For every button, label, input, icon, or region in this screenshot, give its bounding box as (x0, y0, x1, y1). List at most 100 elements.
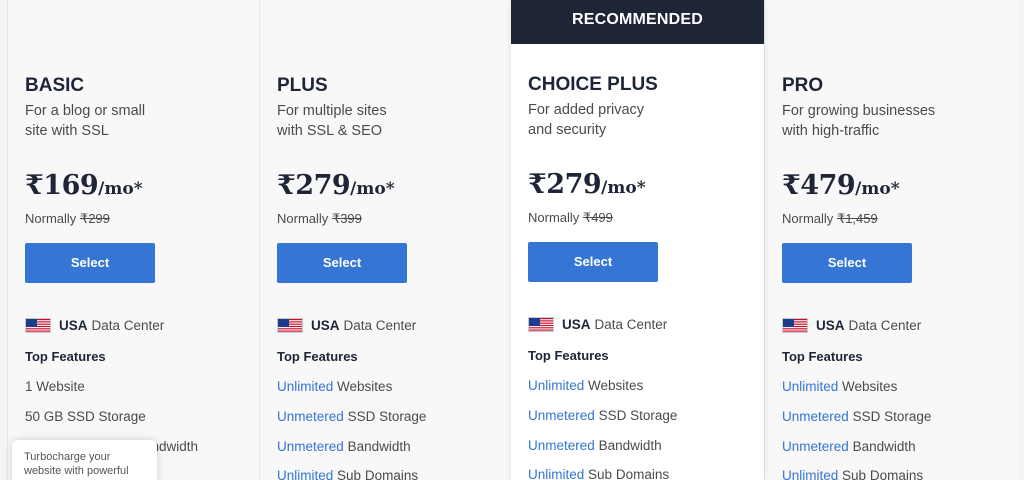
tooltip-line: Turbocharge your (24, 451, 111, 463)
price-amount: ₹279 (277, 170, 351, 201)
old-price: ₹299 (79, 211, 110, 226)
feature-text: Bandwidth (852, 439, 916, 454)
feature-item: Unmetered SSD Storage (528, 408, 677, 423)
plan-description: For added privacy and security (528, 100, 728, 140)
plan-description-line: and security (528, 122, 607, 138)
feature-highlight[interactable]: Unlimited (782, 468, 838, 480)
feature-text: 1 Website (25, 379, 85, 394)
feature-text: 50 GB SSD Storage (25, 409, 146, 424)
feature-item: Unmetered Bandwidth (528, 438, 662, 453)
plan-card-pro: PRO For growing businesses with high-tra… (764, 0, 1019, 480)
plan-price: ₹279/mo* (277, 170, 395, 201)
old-price: ₹399 (331, 211, 362, 226)
usa-flag-icon (528, 317, 554, 332)
feature-text: SSD Storage (852, 409, 932, 424)
data-center-label: Data Center (848, 318, 922, 333)
plan-card-choice-plus: RECOMMENDED CHOICE PLUS For added privac… (511, 0, 764, 480)
normal-price: Normally ₹399 (277, 211, 362, 227)
plan-name: PLUS (277, 75, 328, 96)
plan-name: PRO (782, 75, 824, 96)
plan-description-line: For growing businesses (782, 103, 936, 119)
top-features-heading: Top Features (528, 348, 609, 363)
select-button-basic[interactable]: Select (25, 243, 155, 283)
price-amount: ₹169 (25, 170, 99, 201)
old-price: ₹499 (582, 210, 613, 225)
price-period: /mo* (350, 179, 395, 199)
data-center-country: USA (816, 318, 845, 333)
select-button-pro[interactable]: Select (782, 243, 912, 283)
data-center-country: USA (562, 317, 591, 332)
plan-description-line: site with SSL (25, 123, 109, 139)
tooltip-line: website with powerful (24, 465, 129, 477)
plan-name: CHOICE PLUS (528, 74, 658, 95)
plan-description: For growing businesses with high-traffic (782, 101, 982, 141)
normal-price: Normally ₹299 (25, 211, 110, 227)
data-center: USA Data Center (528, 317, 667, 332)
plan-description-line: with SSL & SEO (277, 123, 383, 139)
data-center-country: USA (59, 318, 88, 333)
normally-label: Normally (277, 211, 329, 226)
plan-description-line: For a blog or small (25, 103, 146, 119)
feature-highlight[interactable]: Unmetered (782, 439, 849, 454)
feature-highlight[interactable]: Unmetered (528, 408, 595, 423)
feature-text: Sub Domains (337, 468, 419, 480)
price-amount: ₹479 (782, 170, 856, 201)
price-period: /mo* (98, 179, 143, 199)
promo-tooltip[interactable]: Turbocharge your website with powerful (12, 440, 157, 480)
top-features-heading: Top Features (25, 349, 106, 364)
feature-highlight[interactable]: Unmetered (277, 409, 344, 424)
usa-flag-icon (277, 318, 303, 333)
feature-text: SSD Storage (347, 409, 427, 424)
select-button-choice-plus[interactable]: Select (528, 242, 658, 282)
feature-item: 1 Website (25, 379, 85, 394)
price-period: /mo* (855, 179, 900, 199)
feature-highlight[interactable]: Unlimited (528, 378, 584, 393)
plan-price: ₹169/mo* (25, 170, 143, 201)
feature-text: Bandwidth (347, 439, 411, 454)
feature-text: SSD Storage (598, 408, 678, 423)
price-period: /mo* (601, 178, 646, 198)
feature-item: Unlimited Sub Domains (528, 467, 669, 480)
feature-highlight[interactable]: Unlimited (528, 467, 584, 480)
feature-highlight[interactable]: Unmetered (782, 409, 849, 424)
feature-item: Unmetered SSD Storage (782, 409, 931, 424)
feature-highlight[interactable]: Unmetered (528, 438, 595, 453)
plan-description-line: with high-traffic (782, 123, 880, 139)
feature-item: Unlimited Sub Domains (782, 468, 923, 480)
data-center: USA Data Center (277, 318, 416, 333)
feature-item: Unlimited Sub Domains (277, 468, 418, 480)
feature-item: Unmetered Bandwidth (277, 439, 411, 454)
feature-text: Sub Domains (588, 467, 670, 480)
pricing-plans: BASIC For a blog or small site with SSL … (0, 0, 1024, 480)
normal-price: Normally ₹1,459 (782, 211, 878, 227)
feature-item: 50 GB SSD Storage (25, 409, 146, 424)
feature-text: Bandwidth (598, 438, 662, 453)
plan-description: For multiple sites with SSL & SEO (277, 101, 477, 141)
feature-highlight[interactable]: Unmetered (277, 439, 344, 454)
feature-item: Unlimited Websites (782, 379, 897, 394)
plan-description: For a blog or small site with SSL (25, 101, 225, 141)
plan-price: ₹279/mo* (528, 169, 646, 200)
select-button-plus[interactable]: Select (277, 243, 407, 283)
feature-highlight[interactable]: Unlimited (277, 468, 333, 480)
usa-flag-icon (25, 318, 51, 333)
feature-highlight[interactable]: Unlimited (782, 379, 838, 394)
normal-price: Normally ₹499 (528, 210, 613, 226)
data-center-label: Data Center (91, 318, 165, 333)
feature-item: Unlimited Websites (528, 378, 643, 393)
old-price: ₹1,459 (836, 211, 878, 226)
usa-flag-icon (782, 318, 808, 333)
data-center-country: USA (311, 318, 340, 333)
data-center-label: Data Center (343, 318, 417, 333)
plan-description-line: For added privacy (528, 102, 645, 118)
price-amount: ₹279 (528, 169, 602, 200)
plan-price: ₹479/mo* (782, 170, 900, 201)
normally-label: Normally (782, 211, 834, 226)
feature-text: Sub Domains (842, 468, 924, 480)
data-center: USA Data Center (25, 318, 164, 333)
plan-card-plus: PLUS For multiple sites with SSL & SEO ₹… (259, 0, 512, 480)
feature-highlight[interactable]: Unlimited (277, 379, 333, 394)
feature-item: Unmetered Bandwidth (782, 439, 916, 454)
plan-name: BASIC (25, 75, 85, 96)
plan-description-line: For multiple sites (277, 103, 387, 119)
